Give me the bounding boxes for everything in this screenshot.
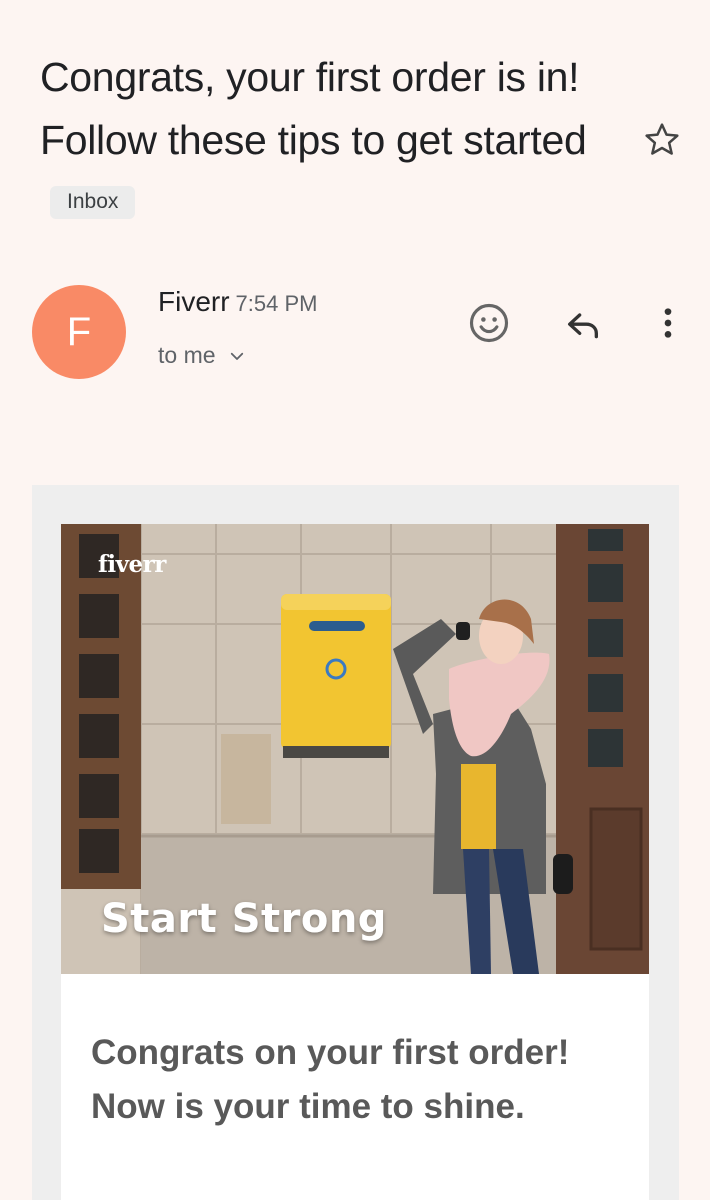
sent-time: 7:54 PM [235,291,318,316]
subject-text: Congrats, your first order is in! Follow… [40,54,587,163]
content-heading: Congrats on your first order! Now is you… [91,1033,570,1126]
chevron-down-icon [230,352,243,360]
hero-title: Start Strong [101,896,387,942]
email-content-card: Congrats on your first order! Now is you… [61,974,649,1200]
sender-avatar[interactable]: F [32,285,126,379]
star-button[interactable] [640,118,684,162]
email-subject: Congrats, your first order is in! Follow… [40,46,620,235]
react-emoji-button[interactable] [466,300,512,346]
more-vert-icon [664,308,672,338]
fiverr-logo: fiverr [98,551,166,578]
email-body-frame: fiverr Start Strong Congrats on your fir… [32,485,679,1200]
more-options-button[interactable] [645,300,691,346]
sender-name: Fiverr [158,286,230,317]
reply-icon [568,313,598,339]
reply-button[interactable] [560,302,606,348]
star-outline-icon [645,123,679,155]
recipient-details-toggle[interactable]: to me [158,342,246,369]
inbox-label-chip[interactable]: Inbox [50,185,136,219]
recipient-text: to me [158,342,216,368]
hero-banner[interactable]: fiverr Start Strong [61,524,649,974]
avatar-initial: F [66,309,92,354]
sender-line: Fiverr 7:54 PM [158,286,317,318]
emoji-smile-icon [469,303,509,343]
